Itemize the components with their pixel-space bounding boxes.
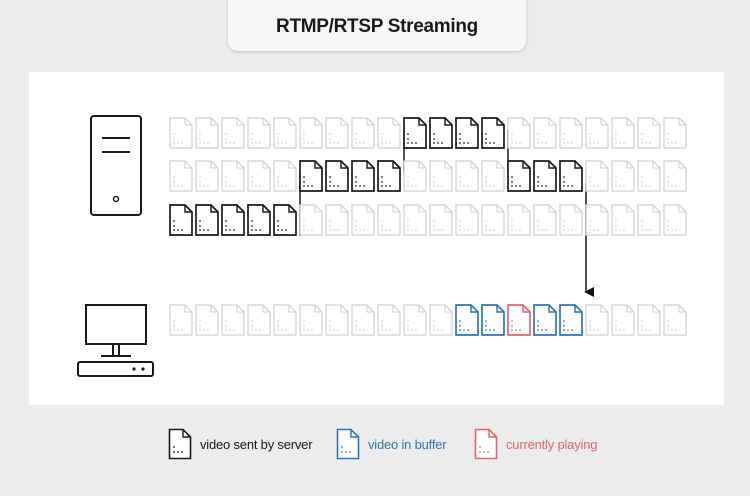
packet-sent-icon [455, 117, 479, 149]
legend-item-playing: currently playing [474, 427, 597, 461]
packet-sent-icon [247, 204, 271, 236]
packet-inactive-icon [663, 117, 687, 149]
legend-label-playing: currently playing [506, 436, 598, 452]
packet-inactive-icon [585, 204, 609, 236]
packet-inactive-icon [169, 160, 193, 192]
packet-sent-icon [273, 204, 297, 236]
packet-inactive-icon [481, 204, 505, 236]
packet-inactive-icon [637, 304, 661, 336]
legend-item-sent: video sent by server [168, 427, 313, 461]
packet-inactive-icon [195, 160, 219, 192]
packet-inactive-icon [247, 160, 271, 192]
packet-buffer-icon [533, 304, 557, 336]
packet-inactive-icon [585, 117, 609, 149]
packet-sent-icon [195, 204, 219, 236]
packet-inactive-icon [637, 117, 661, 149]
packet-inactive-icon [533, 204, 557, 236]
desktop-computer-icon [77, 304, 154, 377]
packet-inactive-icon [221, 117, 245, 149]
legend: video sent by server video in buffer cur… [0, 427, 750, 463]
packet-inactive-icon [169, 117, 193, 149]
document-file-icon [168, 428, 192, 460]
packet-sent-icon [559, 160, 583, 192]
packet-inactive-icon [221, 304, 245, 336]
packet-inactive-icon [325, 304, 349, 336]
packet-inactive-icon [247, 304, 271, 336]
packet-inactive-icon [299, 304, 323, 336]
packet-sent-icon [299, 160, 323, 192]
packet-inactive-icon [637, 204, 661, 236]
packet-inactive-icon [585, 160, 609, 192]
packet-inactive-icon [559, 117, 583, 149]
legend-item-buffer: video in buffer [336, 427, 447, 461]
packet-rows [169, 117, 687, 336]
packet-sent-icon [221, 204, 245, 236]
packet-inactive-icon [273, 160, 297, 192]
packet-inactive-icon [325, 204, 349, 236]
packet-inactive-icon [507, 204, 531, 236]
server-row-3 [169, 204, 687, 236]
packet-inactive-icon [403, 304, 427, 336]
packet-inactive-icon [273, 304, 297, 336]
packet-inactive-icon [663, 160, 687, 192]
packet-inactive-icon [481, 160, 505, 192]
packet-inactive-icon [351, 204, 375, 236]
packet-buffer-icon [559, 304, 583, 336]
packet-sent-icon [403, 117, 427, 149]
packet-inactive-icon [169, 304, 193, 336]
packet-inactive-icon [611, 117, 635, 149]
packet-inactive-icon [377, 117, 401, 149]
packet-sent-icon [533, 160, 557, 192]
packet-inactive-icon [299, 117, 323, 149]
packet-sent-icon [325, 160, 349, 192]
streaming-diagram [77, 115, 687, 377]
packet-inactive-icon [377, 204, 401, 236]
packet-inactive-icon [429, 160, 453, 192]
packet-inactive-icon [533, 117, 557, 149]
packet-buffer-icon [455, 304, 479, 336]
packet-sent-icon [169, 204, 193, 236]
packet-inactive-icon [585, 304, 609, 336]
packet-inactive-icon [559, 204, 583, 236]
packet-inactive-icon [429, 204, 453, 236]
packet-inactive-icon [299, 204, 323, 236]
packet-sent-icon [429, 117, 453, 149]
packet-inactive-icon [403, 160, 427, 192]
packet-inactive-icon [195, 117, 219, 149]
packet-inactive-icon [611, 204, 635, 236]
packet-inactive-icon [247, 117, 271, 149]
packet-inactive-icon [455, 204, 479, 236]
packet-inactive-icon [325, 117, 349, 149]
packet-sent-icon [481, 117, 505, 149]
packet-inactive-icon [195, 304, 219, 336]
packet-inactive-icon [351, 304, 375, 336]
packet-inactive-icon [663, 304, 687, 336]
packet-playing-icon [507, 304, 531, 336]
packet-inactive-icon [663, 204, 687, 236]
packet-buffer-icon [481, 304, 505, 336]
packet-inactive-icon [273, 117, 297, 149]
legend-label-sent: video sent by server [200, 436, 313, 452]
packet-inactive-icon [455, 160, 479, 192]
server-row-1 [169, 117, 687, 149]
packet-inactive-icon [403, 204, 427, 236]
server-row-2 [169, 160, 687, 192]
server-tower-icon [90, 115, 142, 216]
client-row [169, 304, 687, 336]
document-file-icon [336, 428, 360, 460]
packet-sent-icon [507, 160, 531, 192]
packet-inactive-icon [377, 304, 401, 336]
packet-sent-icon [377, 160, 401, 192]
packet-sent-icon [351, 160, 375, 192]
packet-inactive-icon [507, 117, 531, 149]
legend-label-buffer: video in buffer [368, 436, 447, 452]
packet-inactive-icon [429, 304, 453, 336]
packet-inactive-icon [351, 117, 375, 149]
packet-inactive-icon [221, 160, 245, 192]
packet-inactive-icon [611, 160, 635, 192]
document-file-icon [474, 428, 498, 460]
packet-inactive-icon [637, 160, 661, 192]
packet-inactive-icon [611, 304, 635, 336]
